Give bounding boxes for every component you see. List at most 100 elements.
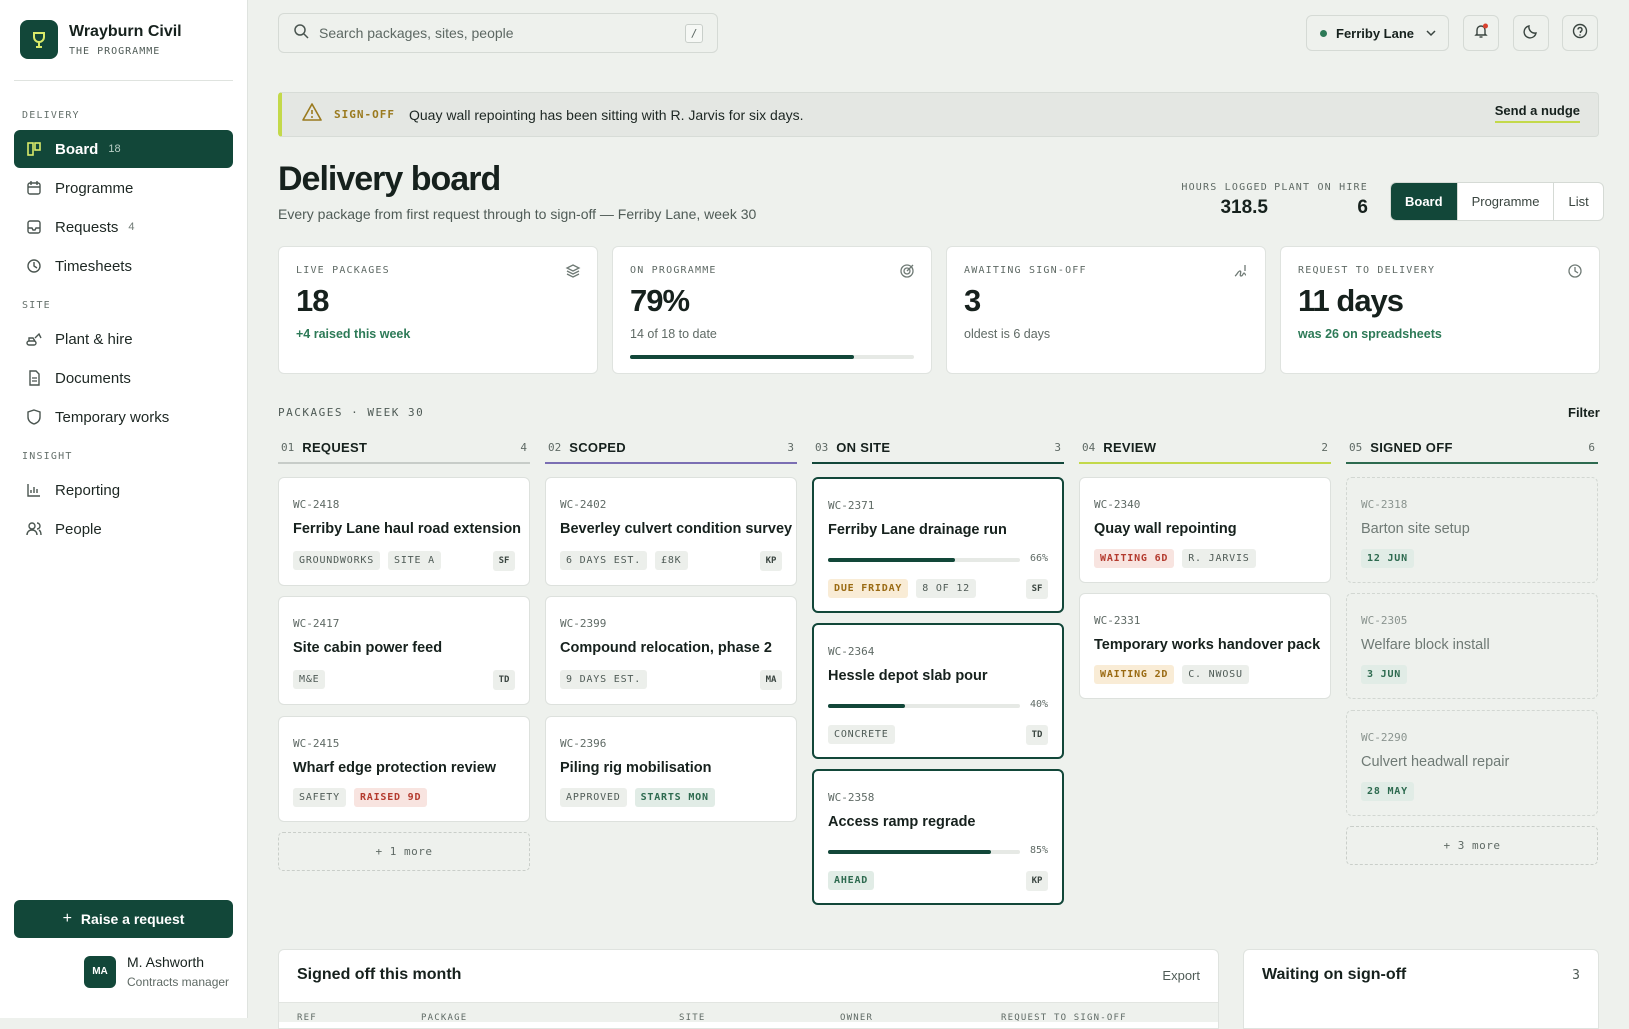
package-card[interactable]: WC-2364 Hessle depot slab pour 40% CONCR… <box>812 623 1064 759</box>
board-column-on-site: 03 ON SITE 3 WC-2371 Ferriby Lane draina… <box>812 432 1064 905</box>
sidebar-item-label: Timesheets <box>55 257 132 275</box>
layers-icon <box>565 263 581 284</box>
card-id: WC-2418 <box>293 498 340 511</box>
notifications-button[interactable] <box>1463 15 1499 51</box>
owner-initials: TD <box>1026 725 1048 745</box>
panel-title: Signed off this month <box>297 966 462 983</box>
card-tags: 6 DAYS EST. £8K <box>560 551 696 570</box>
board-column-signed-off: 05 SIGNED OFF 6 WC-2318 Barton site setu… <box>1346 432 1598 865</box>
page-title: Delivery board <box>278 160 501 198</box>
search-input[interactable] <box>319 25 659 41</box>
tag: CONCRETE <box>828 725 895 744</box>
card-id: WC-2305 <box>1361 614 1408 627</box>
search-bar[interactable]: / <box>278 13 718 53</box>
sidebar-item-temporary-works[interactable]: Temporary works <box>14 398 233 436</box>
card-id: WC-2415 <box>293 737 340 750</box>
owner-initials: SF <box>1026 579 1048 599</box>
board-column-request: 01 REQUEST 4 WC-2418 Ferriby Lane haul r… <box>278 432 530 871</box>
package-card[interactable]: WC-2396 Piling rig mobilisation APPROVED… <box>545 716 797 822</box>
card-title: Quay wall repointing <box>1094 521 1237 537</box>
send-nudge-button[interactable]: Send a nudge <box>1494 103 1580 123</box>
tag: 9 DAYS EST. <box>560 670 648 689</box>
package-card[interactable]: WC-2290 Culvert headwall repair 28 MAY <box>1346 710 1598 816</box>
sidebar-item-label: Documents <box>55 369 131 387</box>
sidebar-item-documents[interactable]: Documents <box>14 359 233 397</box>
card-id: WC-2290 <box>1361 731 1408 744</box>
card-id: WC-2318 <box>1361 498 1408 511</box>
view-tab-board[interactable]: Board <box>1391 183 1457 220</box>
package-card[interactable]: WC-2418 Ferriby Lane haul road extension… <box>278 477 530 586</box>
package-card[interactable]: WC-2305 Welfare block install 3 JUN <box>1346 593 1598 699</box>
column-header-ref: REF <box>297 1013 317 1023</box>
show-more-button[interactable]: + 1 more <box>278 832 530 871</box>
search-icon <box>293 23 309 44</box>
view-tab-list[interactable]: List <box>1553 183 1602 220</box>
package-card[interactable]: WC-2371 Ferriby Lane drainage run 66% DU… <box>812 477 1064 613</box>
kpi-note: +4 raised this week <box>296 327 411 341</box>
card-title: Piling rig mobilisation <box>560 760 712 776</box>
column-header-request-to-signoff: REQUEST TO SIGN-OFF <box>1001 1013 1127 1023</box>
brand[interactable]: Wrayburn Civil THE PROGRAMME <box>20 20 182 59</box>
card-id: WC-2340 <box>1094 498 1141 511</box>
card-tags: AHEAD <box>828 871 882 890</box>
site-selector-value: Ferriby Lane <box>1336 25 1415 41</box>
owner-initials: MA <box>760 670 782 690</box>
raise-request-label: Raise a request <box>80 911 185 927</box>
card-tags: SAFETY RAISED 9D <box>293 788 435 807</box>
help-button[interactable] <box>1562 15 1598 51</box>
site-selector[interactable]: Ferriby Lane <box>1306 15 1449 51</box>
sidebar-item-board[interactable]: Board 18 <box>14 130 233 168</box>
card-id: WC-2358 <box>828 791 875 804</box>
export-button[interactable]: Export <box>1162 968 1200 983</box>
kpi-card-live-packages: LIVE PACKAGES 18 +4 raised this week <box>278 246 598 374</box>
column-header-site: SITE <box>679 1013 706 1023</box>
package-card[interactable]: WC-2358 Access ramp regrade 85% AHEAD KP <box>812 769 1064 905</box>
card-id: WC-2399 <box>560 617 607 630</box>
sidebar-item-reporting[interactable]: Reporting <box>14 471 233 509</box>
target-icon <box>899 263 915 284</box>
package-card[interactable]: WC-2415 Wharf edge protection review SAF… <box>278 716 530 822</box>
owner-initials: KP <box>1026 871 1048 891</box>
filter-button[interactable]: Filter <box>1568 405 1600 420</box>
package-card[interactable]: WC-2417 Site cabin power feed M&E TD <box>278 596 530 705</box>
progress-bar <box>828 704 1020 708</box>
card-title: Beverley culvert condition survey <box>560 521 793 537</box>
board-section-label: PACKAGES · WEEK 30 <box>278 406 425 419</box>
tag: 8 OF 12 <box>916 579 976 598</box>
package-card[interactable]: WC-2340 Quay wall repointing WAITING 6D … <box>1079 477 1331 583</box>
card-tags: APPROVED STARTS MON <box>560 788 723 807</box>
page-subtitle: Every package from first request through… <box>278 206 757 222</box>
card-tags: WAITING 6D R. JARVIS <box>1094 549 1264 568</box>
kpi-label: LIVE PACKAGES <box>296 265 390 276</box>
sidebar-item-timesheets[interactable]: Timesheets <box>14 247 233 285</box>
sidebar-item-programme[interactable]: Programme <box>14 169 233 207</box>
sidebar-item-plant-hire[interactable]: Plant & hire <box>14 320 233 358</box>
view-tab-programme[interactable]: Programme <box>1456 183 1554 220</box>
help-icon <box>1572 23 1588 44</box>
excavator-icon <box>25 330 43 348</box>
tag: SITE A <box>388 551 441 570</box>
theme-toggle-button[interactable] <box>1513 15 1549 51</box>
sidebar-item-label: Programme <box>55 179 134 197</box>
sidebar-item-people[interactable]: People <box>14 510 233 548</box>
table-header: REF PACKAGE SITE OWNER REQUEST TO SIGN-O… <box>279 1002 1218 1023</box>
kpi-card-awaiting-signoff: AWAITING SIGN-OFF 3 oldest is 6 days <box>946 246 1266 374</box>
package-card[interactable]: WC-2331 Temporary works handover pack WA… <box>1079 593 1331 699</box>
card-title: Ferriby Lane drainage run <box>828 522 1007 538</box>
hours-logged-stat: HOURS LOGGED 318.5 <box>1160 182 1268 219</box>
show-more-button[interactable]: + 3 more <box>1346 826 1598 865</box>
package-card[interactable]: WC-2318 Barton site setup 12 JUN <box>1346 477 1598 583</box>
package-card[interactable]: WC-2402 Beverley culvert condition surve… <box>545 477 797 586</box>
kpi-label: REQUEST TO DELIVERY <box>1298 265 1436 276</box>
kpi-value: 11 days <box>1298 283 1404 318</box>
raise-request-button[interactable]: + Raise a request <box>14 900 233 938</box>
kpi-card-request-to-delivery: REQUEST TO DELIVERY 11 days was 26 on sp… <box>1280 246 1600 374</box>
user-name: M. Ashworth <box>127 954 205 970</box>
owner-initials: TD <box>493 670 515 690</box>
document-icon <box>25 369 43 387</box>
sidebar-item-requests[interactable]: Requests 4 <box>14 208 233 246</box>
section-label-delivery: DELIVERY <box>22 110 80 121</box>
user-profile[interactable]: MA M. Ashworth Contracts manager <box>84 954 229 989</box>
column-header: 05 SIGNED OFF 6 <box>1346 432 1598 464</box>
package-card[interactable]: WC-2399 Compound relocation, phase 2 9 D… <box>545 596 797 705</box>
